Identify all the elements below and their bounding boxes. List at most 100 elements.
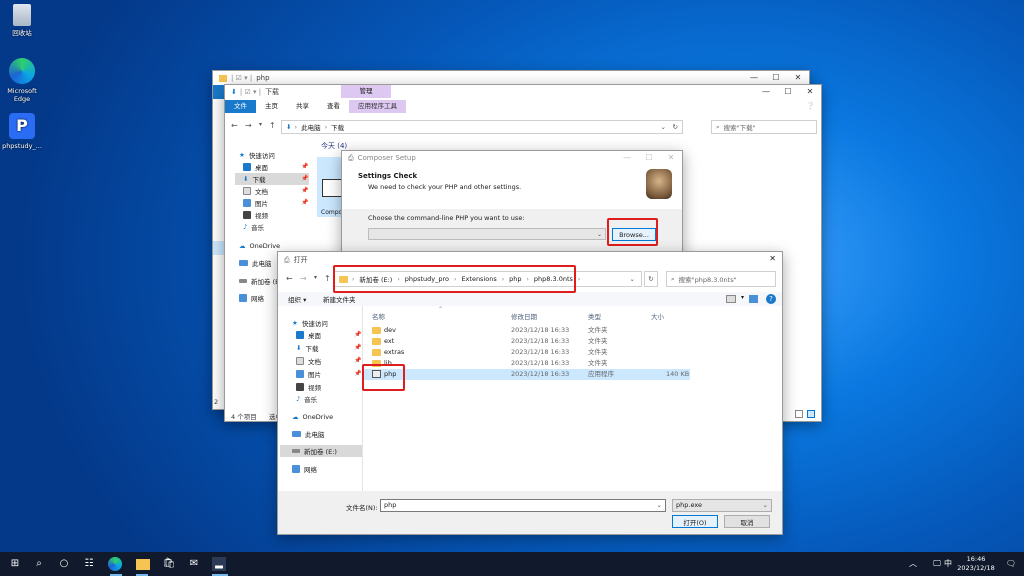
column-header-size[interactable]: 大小 [651, 311, 664, 321]
close-button[interactable]: ✕ [787, 71, 809, 85]
chevron-up-icon[interactable]: ︿ [906, 557, 920, 571]
breadcrumb-php[interactable]: php [509, 275, 521, 283]
organize-button[interactable]: 组织 ▾ [288, 294, 306, 304]
desktop-icon-edge[interactable]: Microsoft Edge [0, 58, 44, 103]
ime-indicator[interactable]: 中 [944, 557, 952, 571]
column-header-name[interactable]: 名称 [372, 311, 385, 321]
tab-app-tools[interactable]: 应用程序工具 [349, 100, 406, 113]
forward-arrow-icon[interactable]: → [300, 274, 307, 283]
list-item[interactable]: ext 2023/12/18 16:33 文件夹 [364, 336, 690, 347]
maximize-button[interactable]: ☐ [777, 85, 799, 99]
file-explorer-icon[interactable] [136, 559, 150, 570]
sidebar-item-music[interactable]: ♪ 音乐 [239, 221, 264, 233]
sidebar-item-downloads[interactable]: ⬇ 下载 [235, 173, 309, 185]
chevron-down-icon[interactable]: ⌄ [661, 123, 666, 131]
notification-icon[interactable]: 🗨 [1004, 557, 1018, 571]
sidebar-item-network[interactable]: 网络 [288, 463, 317, 475]
preview-pane-icon[interactable] [749, 295, 758, 303]
help-icon[interactable]: ? [766, 294, 776, 304]
sidebar-item-documents[interactable]: 文档 [292, 355, 321, 367]
sidebar-item-onedrive[interactable]: ☁ OneDrive [235, 240, 280, 252]
cancel-button[interactable]: 取消 [724, 515, 770, 528]
tab-file[interactable]: 文件 [225, 100, 256, 113]
large-icons-view-icon[interactable] [807, 410, 815, 418]
up-arrow-icon[interactable]: ↑ [324, 274, 331, 283]
back-arrow-icon[interactable]: ← [286, 274, 293, 283]
tab-home[interactable]: 主页 [256, 100, 287, 113]
edge-icon[interactable] [108, 557, 122, 571]
column-header-date[interactable]: 修改日期 [511, 311, 537, 321]
refresh-button[interactable]: ↻ [644, 271, 658, 287]
sidebar-item-drive-e[interactable]: 新加卷 (E:) [280, 445, 362, 457]
filetype-select[interactable]: php.exe ⌄ [672, 499, 772, 512]
maximize-button[interactable]: ☐ [765, 71, 787, 85]
list-item[interactable]: dev 2023/12/18 16:33 文件夹 [364, 325, 690, 336]
desktop-icon-recycle-bin[interactable]: 回收站 [0, 4, 44, 37]
breadcrumb-extensions[interactable]: Extensions [461, 275, 496, 283]
breadcrumb-downloads[interactable]: 下载 [331, 122, 344, 132]
maximize-button[interactable]: ☐ [638, 151, 660, 165]
close-button[interactable]: ✕ [769, 254, 776, 263]
composer-setup-taskbar-icon[interactable]: ▂ [212, 557, 226, 571]
minimize-button[interactable]: — [743, 71, 765, 85]
recent-chevron-icon[interactable]: ▾ [259, 121, 262, 128]
recent-chevron-icon[interactable]: ▾ [314, 274, 317, 281]
chevron-down-icon[interactable]: ▾ [741, 294, 744, 301]
filename-input[interactable]: php ⌄ [380, 499, 666, 512]
php-select[interactable]: ⌄ [368, 228, 606, 240]
new-folder-button[interactable]: 新建文件夹 [323, 294, 356, 304]
sidebar-item-desktop[interactable]: 桌面 [292, 329, 321, 341]
mail-icon[interactable]: ✉ [187, 557, 201, 571]
sidebar-item-this-pc[interactable]: 此电脑 [235, 257, 272, 269]
breadcrumb-this-pc[interactable]: 此电脑 [301, 122, 321, 132]
minimize-button[interactable]: — [755, 85, 777, 99]
sidebar-item-downloads[interactable]: ⬇ 下载 [292, 342, 318, 354]
manage-context-tab[interactable]: 管理 [341, 85, 391, 98]
search-box[interactable]: ⌕ 搜索"php8.3.0nts" [666, 271, 776, 287]
back-arrow-icon[interactable]: ← [231, 121, 238, 130]
sidebar-item-this-pc[interactable]: 此电脑 [288, 428, 325, 440]
sidebar-item-quick-access[interactable]: ★ 快速访问 [288, 317, 328, 329]
sidebar-item-pictures[interactable]: 图片 [292, 368, 321, 380]
store-icon[interactable]: 🛍 [162, 557, 176, 571]
up-arrow-icon[interactable]: ↑ [269, 121, 276, 130]
breadcrumb-drive[interactable]: 新加卷 (E:) [359, 274, 392, 284]
search-box[interactable]: ⌕ 搜索"下载" [711, 120, 817, 134]
breadcrumb-php830nts[interactable]: php8.3.0nts [534, 275, 573, 283]
chevron-down-icon[interactable]: ⌄ [630, 275, 635, 283]
task-view-icon[interactable]: ○ [57, 557, 71, 571]
sidebar-item-music[interactable]: ♪ 音乐 [292, 393, 317, 405]
sidebar-item-network[interactable]: 网络 [235, 292, 264, 304]
sidebar-item-pictures[interactable]: 图片 [239, 197, 268, 209]
desktop-icon-phpstudy[interactable]: P phpstudy_... [0, 113, 44, 150]
close-button[interactable]: ✕ [660, 151, 682, 165]
details-view-icon[interactable] [795, 410, 803, 418]
widgets-icon[interactable]: ☷ [82, 557, 96, 571]
sidebar-item-videos[interactable]: 视频 [239, 209, 268, 221]
minimize-button[interactable]: — [616, 151, 638, 165]
sidebar-item-desktop[interactable]: 桌面 [239, 161, 268, 173]
list-item[interactable]: extras 2023/12/18 16:33 文件夹 [364, 347, 690, 358]
tab-view[interactable]: 查看 [318, 100, 349, 113]
breadcrumb-phpstudy[interactable]: phpstudy_pro [405, 275, 449, 283]
forward-arrow-icon[interactable]: → [245, 121, 252, 130]
address-bar[interactable]: ⬇ › 此电脑 › 下载 ⌄ ↻ [281, 120, 683, 134]
clock[interactable]: 16:46 2023/12/18 [956, 555, 996, 573]
windows-start-icon[interactable]: ⊞ [8, 557, 22, 571]
refresh-icon[interactable]: ↻ [673, 123, 678, 131]
sidebar-item-quick-access[interactable]: ★ 快速访问 [235, 149, 275, 161]
sidebar-item-onedrive[interactable]: ☁ OneDrive [288, 411, 333, 423]
list-item[interactable]: lib 2023/12/18 16:33 文件夹 [364, 358, 690, 369]
sidebar-item-documents[interactable]: 文档 [239, 185, 268, 197]
open-button[interactable]: 打开(O) [672, 515, 718, 528]
sidebar-item-videos[interactable]: 视频 [292, 381, 321, 393]
list-item-selected[interactable]: php 2023/12/18 16:33 应用程序 140 KB [364, 369, 690, 380]
help-icon[interactable]: ❔ [806, 102, 815, 110]
search-icon[interactable]: ⌕ [32, 557, 46, 571]
column-header-type[interactable]: 类型 [588, 311, 601, 321]
network-status-icon[interactable]: 🖵 [930, 557, 944, 571]
browse-button[interactable]: Browse... [612, 228, 656, 241]
close-button[interactable]: ✕ [799, 85, 821, 99]
address-bar[interactable]: › 新加卷 (E:) › phpstudy_pro › Extensions ›… [334, 271, 642, 287]
view-options-icon[interactable] [726, 295, 736, 303]
